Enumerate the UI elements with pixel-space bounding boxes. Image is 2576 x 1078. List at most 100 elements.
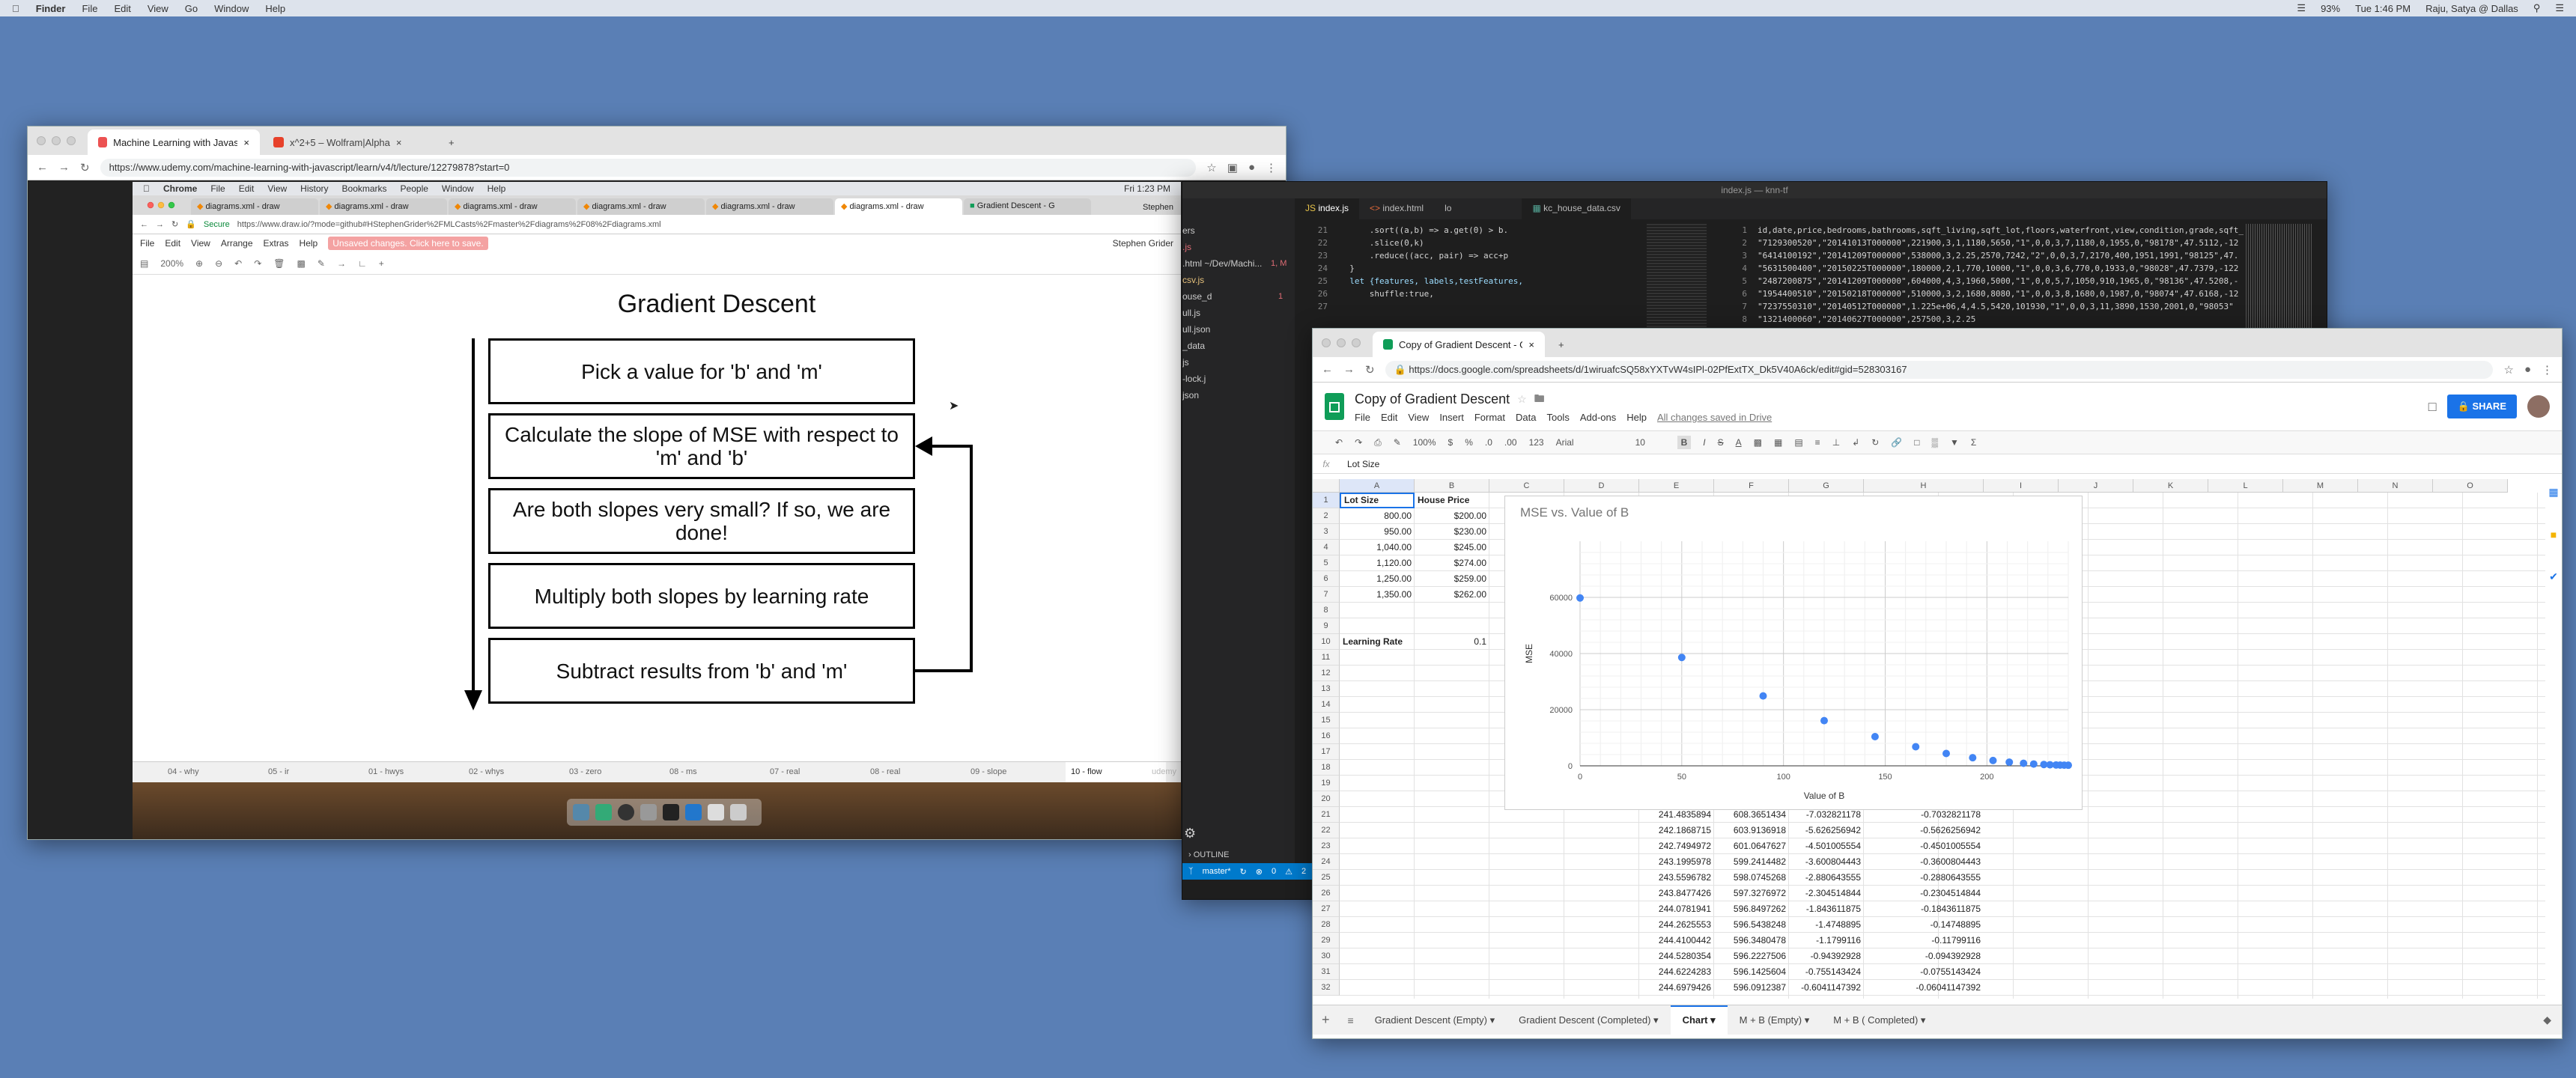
explorer-item[interactable]: _data [1182, 338, 1295, 354]
row-header[interactable]: 32 [1313, 980, 1340, 996]
table-cell[interactable]: 244.5280354 [1639, 948, 1714, 964]
keep-icon[interactable]: ■ [2551, 529, 2557, 540]
profile-avatar-icon[interactable]: ● [2524, 363, 2531, 376]
table-cell[interactable]: -0.755143424 [1789, 964, 1864, 980]
table-cell[interactable]: $262.00 [1415, 587, 1489, 603]
row-header[interactable]: 27 [1313, 901, 1340, 917]
sheet-tab-gd-empty[interactable]: Gradient Descent (Empty) ▾ [1363, 1005, 1507, 1035]
column-header-f[interactable]: F [1714, 479, 1789, 493]
outline-panel[interactable]: › OUTLINE [1182, 847, 1295, 863]
editor-tab-lo[interactable]: lo [1434, 198, 1462, 219]
all-sheets-icon[interactable]: ≡ [1339, 1014, 1363, 1026]
reload-icon[interactable]: ↻ [80, 161, 90, 174]
explorer-item[interactable]: ull.js [1182, 305, 1295, 321]
menubar-go[interactable]: Go [185, 3, 198, 14]
column-header-n[interactable]: N [2358, 479, 2433, 493]
table-cell[interactable]: -0.11799116 [1864, 933, 1984, 948]
row-header[interactable]: 15 [1313, 713, 1340, 728]
column-header-i[interactable]: I [1984, 479, 2059, 493]
row-header[interactable]: 17 [1313, 744, 1340, 760]
sheet-tab-chart[interactable]: Chart ▾ [1670, 1005, 1728, 1035]
table-cell[interactable]: -0.14748895 [1864, 917, 1984, 933]
close-icon[interactable]: × [396, 137, 402, 148]
sheets-menu-tools[interactable]: Tools [1546, 412, 1569, 423]
cell-a1[interactable]: Lot Size [1340, 493, 1415, 508]
table-cell[interactable]: 1,350.00 [1340, 587, 1415, 603]
table-cell[interactable]: -0.4501005554 [1864, 838, 1984, 854]
row-header[interactable]: 21 [1313, 807, 1340, 823]
fill-color-icon[interactable]: ▩ [1754, 437, 1762, 448]
sheets-address-bar[interactable]: 🔒 https://docs.google.com/spreadsheets/d… [1385, 360, 2494, 379]
row-header[interactable]: 5 [1313, 555, 1340, 571]
column-header-e[interactable]: E [1639, 479, 1714, 493]
sheets-logo-icon[interactable] [1325, 393, 1344, 420]
udemy-address-bar[interactable]: https://www.udemy.com/machine-learning-w… [100, 158, 1197, 177]
star-icon[interactable]: ☆ [1517, 393, 1527, 406]
table-cell[interactable]: 242.1868715 [1639, 823, 1714, 838]
valign-icon[interactable]: ⊥ [1832, 437, 1840, 448]
table-cell[interactable]: $274.00 [1415, 555, 1489, 571]
font-select[interactable]: Arial [1556, 437, 1623, 448]
explorer-item[interactable]: json [1182, 387, 1295, 404]
table-cell[interactable]: -2.304514844 [1789, 886, 1864, 901]
table-cell[interactable]: -4.501005554 [1789, 838, 1864, 854]
menubar-user[interactable]: Raju, Satya @ Dallas [2425, 3, 2518, 14]
italic-button[interactable]: I [1703, 437, 1705, 448]
table-cell[interactable]: -3.600804443 [1789, 854, 1864, 870]
strikethrough-button[interactable]: S [1718, 437, 1724, 448]
row-header[interactable]: 13 [1313, 681, 1340, 697]
table-cell[interactable]: 1,250.00 [1340, 571, 1415, 587]
select-all-corner[interactable] [1313, 479, 1340, 493]
table-cell[interactable]: -0.6041147392 [1789, 980, 1864, 996]
explorer-item[interactable]: js [1182, 354, 1295, 371]
chart-icon[interactable]: ▒ [1931, 437, 1938, 448]
table-cell[interactable]: -0.0755143424 [1864, 964, 1984, 980]
row-header[interactable]: 26 [1313, 886, 1340, 901]
menubar-clock[interactable]: Tue 1:46 PM [2355, 3, 2411, 14]
column-header-c[interactable]: C [1489, 479, 1564, 493]
row-header[interactable]: 3 [1313, 524, 1340, 540]
paint-format-icon[interactable]: ✎ [1394, 437, 1401, 448]
table-cell[interactable]: 596.0912387 [1714, 980, 1789, 996]
comment-icon[interactable]: □ [1914, 437, 1919, 448]
bookmark-star-icon[interactable]: ☆ [1206, 161, 1216, 174]
bookmark-star-icon[interactable]: ☆ [2503, 363, 2513, 377]
editor-tab-index-js[interactable]: JS index.js [1295, 198, 1360, 219]
sheet-grid[interactable]: A B C D E F G H I J K L M N O 1234567891… [1313, 479, 2548, 999]
row-header[interactable]: 30 [1313, 948, 1340, 964]
explorer-item[interactable]: csv.js [1182, 272, 1295, 288]
table-cell[interactable]: 244.2625553 [1639, 917, 1714, 933]
menubar-app-name[interactable]: Finder [36, 3, 66, 14]
table-cell[interactable]: -0.094392928 [1864, 948, 1984, 964]
explorer-item[interactable]: ers [1182, 222, 1295, 239]
table-cell[interactable]: 950.00 [1340, 524, 1415, 540]
tab-sheets[interactable]: Copy of Gradient Descent - Go × [1373, 332, 1545, 357]
sheet-tab-mb-empty[interactable]: M + B (Empty) ▾ [1728, 1005, 1822, 1035]
error-count[interactable]: 0 [1272, 867, 1276, 876]
table-cell[interactable]: 1,120.00 [1340, 555, 1415, 571]
increase-decimal-button[interactable]: .00 [1504, 437, 1517, 448]
row-header[interactable]: 7 [1313, 587, 1340, 603]
tab-wolfram[interactable]: x^2+5 – Wolfram|Alpha × [263, 130, 435, 155]
align-icon[interactable]: ≡ [1815, 437, 1820, 448]
row-header[interactable]: 6 [1313, 571, 1340, 587]
table-cell[interactable]: 243.8477426 [1639, 886, 1714, 901]
table-cell[interactable]: -1.4748895 [1789, 917, 1864, 933]
zoom-select[interactable]: 100% [1413, 437, 1436, 448]
row-header[interactable]: 9 [1313, 618, 1340, 634]
editor-tab-index-html[interactable]: <> index.html [1359, 198, 1434, 219]
table-cell[interactable]: 1,040.00 [1340, 540, 1415, 555]
extension-icon[interactable]: ▣ [1227, 161, 1238, 174]
explorer-item[interactable]: .js [1182, 239, 1295, 255]
add-sheet-icon[interactable]: + [1313, 1012, 1339, 1028]
sheets-menu-file[interactable]: File [1355, 412, 1370, 423]
row-header[interactable]: 23 [1313, 838, 1340, 854]
font-size-select[interactable]: 10 [1635, 437, 1665, 448]
borders-icon[interactable]: ▦ [1774, 437, 1782, 448]
row-header[interactable]: 10 [1313, 634, 1340, 650]
table-cell[interactable]: 596.1425604 [1714, 964, 1789, 980]
cell-b1[interactable]: House Price [1415, 493, 1489, 508]
row-header[interactable]: 25 [1313, 870, 1340, 886]
sheet-tab-mb-completed[interactable]: M + B ( Completed) ▾ [1821, 1005, 1937, 1035]
back-arrow-icon[interactable]: ← [37, 161, 48, 174]
